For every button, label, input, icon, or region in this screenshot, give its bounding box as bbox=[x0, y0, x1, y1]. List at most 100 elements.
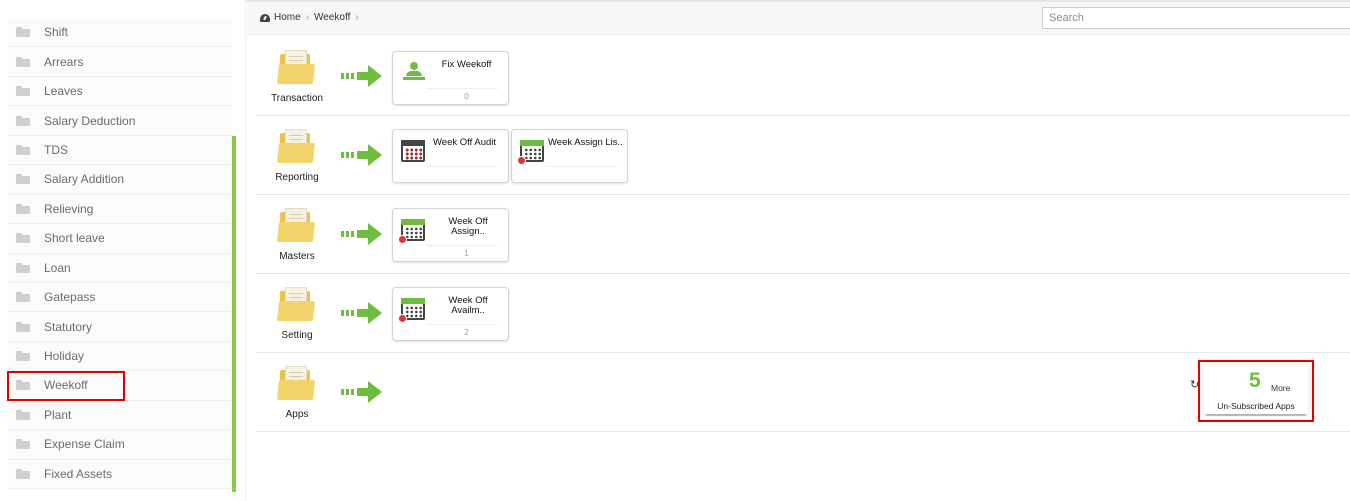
folder-icon bbox=[16, 144, 30, 155]
divider bbox=[427, 88, 498, 89]
sidebar-item-label: Gatepass bbox=[44, 290, 96, 305]
folder-icon[interactable] bbox=[276, 50, 316, 86]
sidebar-item-arrears[interactable]: Arrears bbox=[8, 47, 232, 77]
row-reporting: Reporting Week Off Audit Week Assign Lis… bbox=[256, 117, 1350, 195]
divider bbox=[427, 166, 498, 167]
folder-icon bbox=[16, 380, 30, 391]
row-label: Masters bbox=[279, 251, 315, 262]
sidebar-item-label: TDS bbox=[44, 142, 68, 157]
calendar-icon bbox=[398, 298, 425, 323]
unsubscribed-apps-button[interactable]: 5 More Un-Subscribed Apps bbox=[1200, 361, 1313, 420]
sidebar-item-label: Statutory bbox=[44, 319, 93, 334]
sidebar-item-salary-addition[interactable]: Salary Addition bbox=[8, 165, 232, 195]
folder-icon bbox=[16, 351, 30, 362]
folder-icon bbox=[16, 409, 30, 420]
sidebar-item-label: Holiday bbox=[44, 349, 85, 364]
app-card-week-off-availment[interactable]: Week Off Availm.. 2 bbox=[392, 287, 509, 341]
sidebar-list: Shift Arrears Leaves Salary Deduction TD… bbox=[8, 18, 232, 489]
sidebar-item-tds[interactable]: TDS bbox=[8, 135, 232, 166]
folder-icon bbox=[16, 86, 30, 97]
arrow-right-icon bbox=[341, 65, 383, 87]
sidebar-item-label: Salary Addition bbox=[44, 172, 125, 187]
folder-icon bbox=[16, 233, 30, 244]
unsubscribed-apps-card: 5 More Un-Subscribed Apps bbox=[1204, 364, 1308, 414]
arrow-right-icon bbox=[341, 144, 383, 166]
breadcrumb: Home › Weekoff › bbox=[260, 12, 364, 23]
folder-icon[interactable] bbox=[276, 287, 316, 323]
row-apps: Apps bbox=[256, 354, 1350, 432]
folder-icon bbox=[16, 56, 30, 67]
sidebar-item-relieving[interactable]: Relieving bbox=[8, 194, 232, 225]
folder-icon bbox=[16, 174, 30, 185]
more-label: More bbox=[1271, 383, 1291, 393]
app-card-title: Week Off Assign.. bbox=[448, 216, 488, 237]
divider bbox=[546, 166, 617, 167]
app-card-count: 1 bbox=[464, 249, 469, 258]
app-card-week-assign-list[interactable]: Week Assign Lis.. bbox=[511, 129, 628, 183]
sidebar-item-label: Plant bbox=[44, 407, 72, 422]
sidebar: Shift Arrears Leaves Salary Deduction TD… bbox=[0, 0, 246, 501]
sidebar-scroll-indicator[interactable] bbox=[232, 136, 236, 492]
arrow-right-icon bbox=[341, 302, 383, 324]
calendar-icon bbox=[401, 140, 425, 162]
folder-icon bbox=[16, 27, 30, 38]
row-setting: Setting Week Off Availm.. 2 bbox=[256, 275, 1350, 353]
sidebar-item-loan[interactable]: Loan bbox=[8, 253, 232, 283]
folder-icon[interactable] bbox=[276, 129, 316, 165]
calendar-icon bbox=[398, 219, 425, 244]
arrow-right-icon bbox=[341, 223, 383, 245]
sidebar-item-gatepass[interactable]: Gatepass bbox=[8, 282, 232, 313]
folder-icon bbox=[16, 262, 30, 273]
app-card-count: 2 bbox=[464, 328, 469, 337]
breadcrumb-home[interactable]: Home bbox=[274, 12, 301, 23]
sidebar-item-plant[interactable]: Plant bbox=[8, 400, 232, 431]
folder-icon[interactable] bbox=[276, 208, 316, 244]
sidebar-item-salary-deduction[interactable]: Salary Deduction bbox=[8, 106, 232, 136]
sidebar-item-label: Weekoff bbox=[44, 378, 88, 393]
folder-icon bbox=[16, 203, 30, 214]
app-card-title: Week Assign Lis.. bbox=[548, 137, 623, 148]
sidebar-item-statutory[interactable]: Statutory bbox=[8, 312, 232, 342]
app-card-fix-weekoff[interactable]: Fix Weekoff 0 bbox=[392, 51, 509, 105]
sidebar-item-shift[interactable]: Shift bbox=[8, 18, 232, 48]
folder-icon[interactable] bbox=[276, 366, 316, 402]
sidebar-item-label: Fixed Assets bbox=[44, 466, 113, 481]
app-card-week-off-assign[interactable]: Week Off Assign.. 1 bbox=[392, 208, 509, 262]
sidebar-item-fixed-assets[interactable]: Fixed Assets bbox=[8, 459, 232, 489]
refresh-icon[interactable]: ↻ bbox=[1190, 378, 1199, 391]
app-card-title: Week Off Audit bbox=[433, 137, 497, 148]
sidebar-item-leaves[interactable]: Leaves bbox=[8, 76, 232, 107]
sidebar-item-label: Loan bbox=[44, 260, 71, 275]
row-label: Reporting bbox=[275, 172, 319, 183]
sidebar-item-weekoff[interactable]: Weekoff bbox=[8, 371, 232, 401]
sidebar-item-label: Relieving bbox=[44, 201, 94, 216]
arrow-right-icon bbox=[341, 381, 383, 403]
sidebar-item-label: Arrears bbox=[44, 54, 84, 69]
sidebar-item-label: Expense Claim bbox=[44, 437, 125, 452]
folder-icon bbox=[16, 468, 30, 479]
unsubscribed-apps-count: 5 bbox=[1249, 369, 1261, 392]
divider bbox=[427, 324, 498, 325]
sidebar-item-label: Leaves bbox=[44, 84, 83, 99]
search-input[interactable] bbox=[1042, 7, 1350, 29]
row-label: Setting bbox=[281, 330, 313, 341]
app-card-title: Week Off Availm.. bbox=[448, 295, 488, 316]
app-card-title: Fix Weekoff bbox=[441, 59, 492, 70]
person-icon bbox=[403, 62, 425, 82]
breadcrumb-separator: › bbox=[355, 12, 359, 23]
breadcrumb-current[interactable]: Weekoff bbox=[314, 12, 350, 23]
app-card-week-off-audit[interactable]: Week Off Audit bbox=[392, 129, 509, 183]
sidebar-item-label: Short leave bbox=[44, 231, 105, 246]
folder-icon bbox=[16, 439, 30, 450]
sidebar-item-expense-claim[interactable]: Expense Claim bbox=[8, 430, 232, 460]
dashboard-icon[interactable] bbox=[260, 13, 270, 22]
calendar-icon bbox=[517, 140, 544, 165]
folder-icon bbox=[16, 321, 30, 332]
row-transaction: Transaction Fix Weekoff 0 bbox=[256, 38, 1350, 116]
sidebar-item-short-leave[interactable]: Short leave bbox=[8, 224, 232, 254]
sidebar-item-label: Shift bbox=[44, 25, 69, 40]
sidebar-item-holiday[interactable]: Holiday bbox=[8, 341, 232, 372]
row-masters: Masters Week Off Assign.. 1 bbox=[256, 196, 1350, 274]
sidebar-item-label: Salary Deduction bbox=[44, 113, 136, 128]
divider bbox=[427, 245, 498, 246]
